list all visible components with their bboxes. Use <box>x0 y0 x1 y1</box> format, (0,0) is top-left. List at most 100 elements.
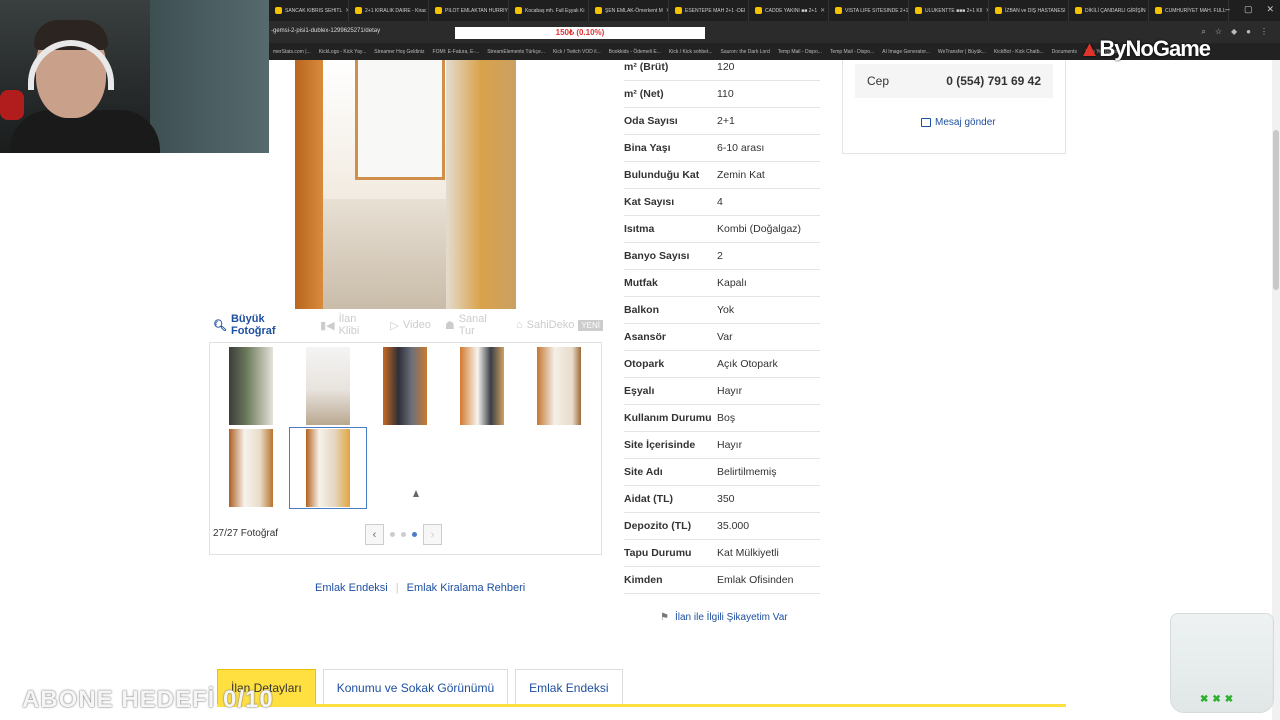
profile-icon[interactable]: ● <box>1246 27 1251 37</box>
browser-tab[interactable]: CADDE YAKINI ■■ 2+1 ✕ <box>749 0 829 21</box>
detail-row: Kat Sayısı 4 <box>624 189 820 216</box>
detail-value: Boş <box>717 412 736 424</box>
tab-konum-sokak[interactable]: Konumu ve Sokak Görünümü <box>322 669 509 705</box>
detail-value: Açık Otopark <box>717 358 778 370</box>
tab-close-icon[interactable]: ✕ <box>820 7 825 14</box>
tab-underline <box>217 704 1066 707</box>
detail-row: Kimden Emlak Ofisinden <box>624 567 820 594</box>
detail-value: 110 <box>717 88 734 100</box>
clover-icons: ✖✖✖ <box>1200 694 1238 705</box>
detail-row: Site İçerisinde Hayır <box>624 432 820 459</box>
browser-tab[interactable]: CUMHURİYET MAH. FULL✕ <box>1149 0 1229 21</box>
tab-title: 2+1 KIRALIK DAIRE - Kirac <box>365 7 427 14</box>
tab-title: DİKİLİ ÇANDARLI GİRİŞİN <box>1085 7 1146 14</box>
detail-row: Oda Sayısı 2+1 <box>624 108 820 135</box>
browser-tab[interactable]: 2+1 KIRALIK DAIRE - Kirac✕ <box>349 0 429 21</box>
tab-title: ŞEN EMLAK-Ömerkent M <box>605 7 663 14</box>
tab-favicon-icon <box>995 7 1002 14</box>
close-icon[interactable]: ✕ <box>1266 4 1274 15</box>
gallery-thumbnail[interactable] <box>537 347 581 425</box>
sahideko-button[interactable]: ⌂ SahiDeko YENİ <box>516 319 603 331</box>
gallery-thumbnail[interactable] <box>229 347 273 425</box>
maximize-icon[interactable]: ▢ <box>1244 4 1253 15</box>
detail-value: Hayır <box>717 385 743 397</box>
bookmark-item[interactable]: Temp Mail - Dispo... <box>830 49 874 55</box>
bookmark-item[interactable]: Streamer Hoş Geldiniz <box>374 49 424 55</box>
star-icon[interactable]: ☆ <box>1215 27 1222 37</box>
browser-tab[interactable]: İZBAN ve DIŞ HASTANESI✕ <box>989 0 1069 21</box>
detail-value: 6-10 arası <box>717 142 765 154</box>
detail-value: Kombi (Doğalgaz) <box>717 223 802 235</box>
tab-favicon-icon <box>915 7 922 14</box>
bookmark-item[interactable]: KickLogs - Kick Yay... <box>319 49 367 55</box>
detail-key: Eşyalı <box>624 385 655 397</box>
bookmark-item[interactable]: Documents <box>1052 49 1077 55</box>
detail-row: Asansör Var <box>624 324 820 351</box>
browser-tab[interactable]: VISTA LIFE SITESINDE 2+1✕ <box>829 0 909 21</box>
camera-icon: ▮◀ <box>320 319 335 332</box>
detail-value: Yok <box>717 304 735 316</box>
menu-icon[interactable]: ⋮ <box>1260 27 1268 37</box>
main-listing-photo[interactable] <box>295 60 516 309</box>
detail-row: Balkon Yok <box>624 297 820 324</box>
footer-links: Emlak Endeksi | Emlak Kiralama Rehberi <box>315 582 525 594</box>
big-photo-button[interactable]: 🔍︎ Büyük Fotoğraf <box>213 313 306 337</box>
chevron-left-icon[interactable]: ‹ <box>365 524 384 545</box>
detail-row: Eşyalı Hayır <box>624 378 820 405</box>
bookmark-item[interactable]: StreamElements Türkçe... <box>487 49 545 55</box>
tab-title: SANCAK KIBRIS SEHITL <box>285 7 343 14</box>
home-icon: ⌂ <box>515 319 523 331</box>
ilan-klibi-button[interactable]: ▮◀ İlan Klibi <box>320 313 376 337</box>
tab-favicon-icon <box>355 7 362 14</box>
photo-count: 27/27 Fotoğraf <box>213 528 279 539</box>
url-text[interactable]: -gemsi-2-pisi1-dublex-1299625271/detay <box>271 28 380 34</box>
phone-number[interactable]: 0 (554) 791 69 42 <box>946 74 1041 88</box>
detail-key: Bulunduğu Kat <box>624 169 700 181</box>
browser-tab[interactable]: PILOT EMLAKTAN HURRIY✕ <box>429 0 509 21</box>
detail-row: Mutfak Kapalı <box>624 270 820 297</box>
tab-favicon-icon <box>755 7 762 14</box>
browser-tab[interactable]: ŞEN EMLAK-Ömerkent M✕ <box>589 0 669 21</box>
minimize-icon[interactable]: – <box>1225 4 1230 15</box>
bookmark-item[interactable]: WeTransfer | Büyük... <box>938 49 986 55</box>
gallery-thumbnail[interactable] <box>460 347 504 425</box>
gallery-thumbnail[interactable] <box>306 429 350 507</box>
video-button[interactable]: ▷ Video <box>390 319 430 332</box>
bookmark-item[interactable]: merStats.com |... <box>273 49 311 55</box>
page-dot[interactable] <box>401 532 406 537</box>
message-icon <box>921 118 931 127</box>
browser-tab[interactable]: DİKİLİ ÇANDARLI GİRİŞİN✕ <box>1069 0 1149 21</box>
detail-key: Oda Sayısı <box>624 115 678 127</box>
bookmark-item[interactable]: Kick / Twitch VOD il... <box>553 49 601 55</box>
person-icon: ☗ <box>444 319 455 332</box>
phone-label: Cep <box>867 74 890 88</box>
detail-key: Asansör <box>624 331 667 343</box>
browser-tab[interactable]: Kocabaş mh. Full Eşyalı Ki✕ <box>509 0 589 21</box>
browser-tab[interactable]: ESENTEPE MAH 2+1 -DEI✕ <box>669 0 749 21</box>
kiralama-rehberi-link[interactable]: Emlak Kiralama Rehberi <box>407 582 526 594</box>
tab-emlak-endeksi[interactable]: Emlak Endeksi <box>515 669 623 705</box>
gallery-thumbnail[interactable] <box>229 429 273 507</box>
detail-row: Otopark Açık Otopark <box>624 351 820 378</box>
detail-row: Site Adı Belirtilmemiş <box>624 459 820 486</box>
emlak-endeksi-link[interactable]: Emlak Endeksi <box>315 582 388 594</box>
bookmark-item[interactable]: KickBot - Kick Chatb... <box>994 49 1044 55</box>
bookmark-item[interactable]: AI Image Generator... <box>882 49 930 55</box>
browser-tab[interactable]: ULUKENTTE ■■■ 2+1 KII✕ <box>909 0 989 21</box>
page-dot-active[interactable] <box>412 532 417 537</box>
tab-title: İZBAN ve DIŞ HASTANESI <box>1005 7 1066 14</box>
extension-icon[interactable]: ◆ <box>1231 27 1237 37</box>
chevron-right-icon[interactable]: › <box>423 524 442 545</box>
page-dot[interactable] <box>390 532 395 537</box>
sanal-tur-button[interactable]: ☗ Sanal Tur <box>445 313 502 337</box>
browser-tab[interactable]: SANCAK KIBRIS SEHITL✕ <box>269 0 349 21</box>
detail-row: Kullanım Durumu Boş <box>624 405 820 432</box>
gallery-thumbnail[interactable] <box>383 347 427 425</box>
tab-title: PILOT EMLAKTAN HURRIY <box>445 7 508 14</box>
complaint-link[interactable]: ⚑ İlan ile İlgili Şikayetim Var <box>660 612 788 623</box>
send-message-link[interactable]: Mesaj gönder <box>921 117 996 128</box>
gallery-thumbnail[interactable] <box>306 347 350 425</box>
bookmark-item[interactable]: FOMI: E-Fatura, E-... <box>433 49 480 55</box>
contact-card: Cep 0 (554) 791 69 42 Mesaj gönder <box>842 60 1066 154</box>
tab-favicon-icon <box>435 7 442 14</box>
